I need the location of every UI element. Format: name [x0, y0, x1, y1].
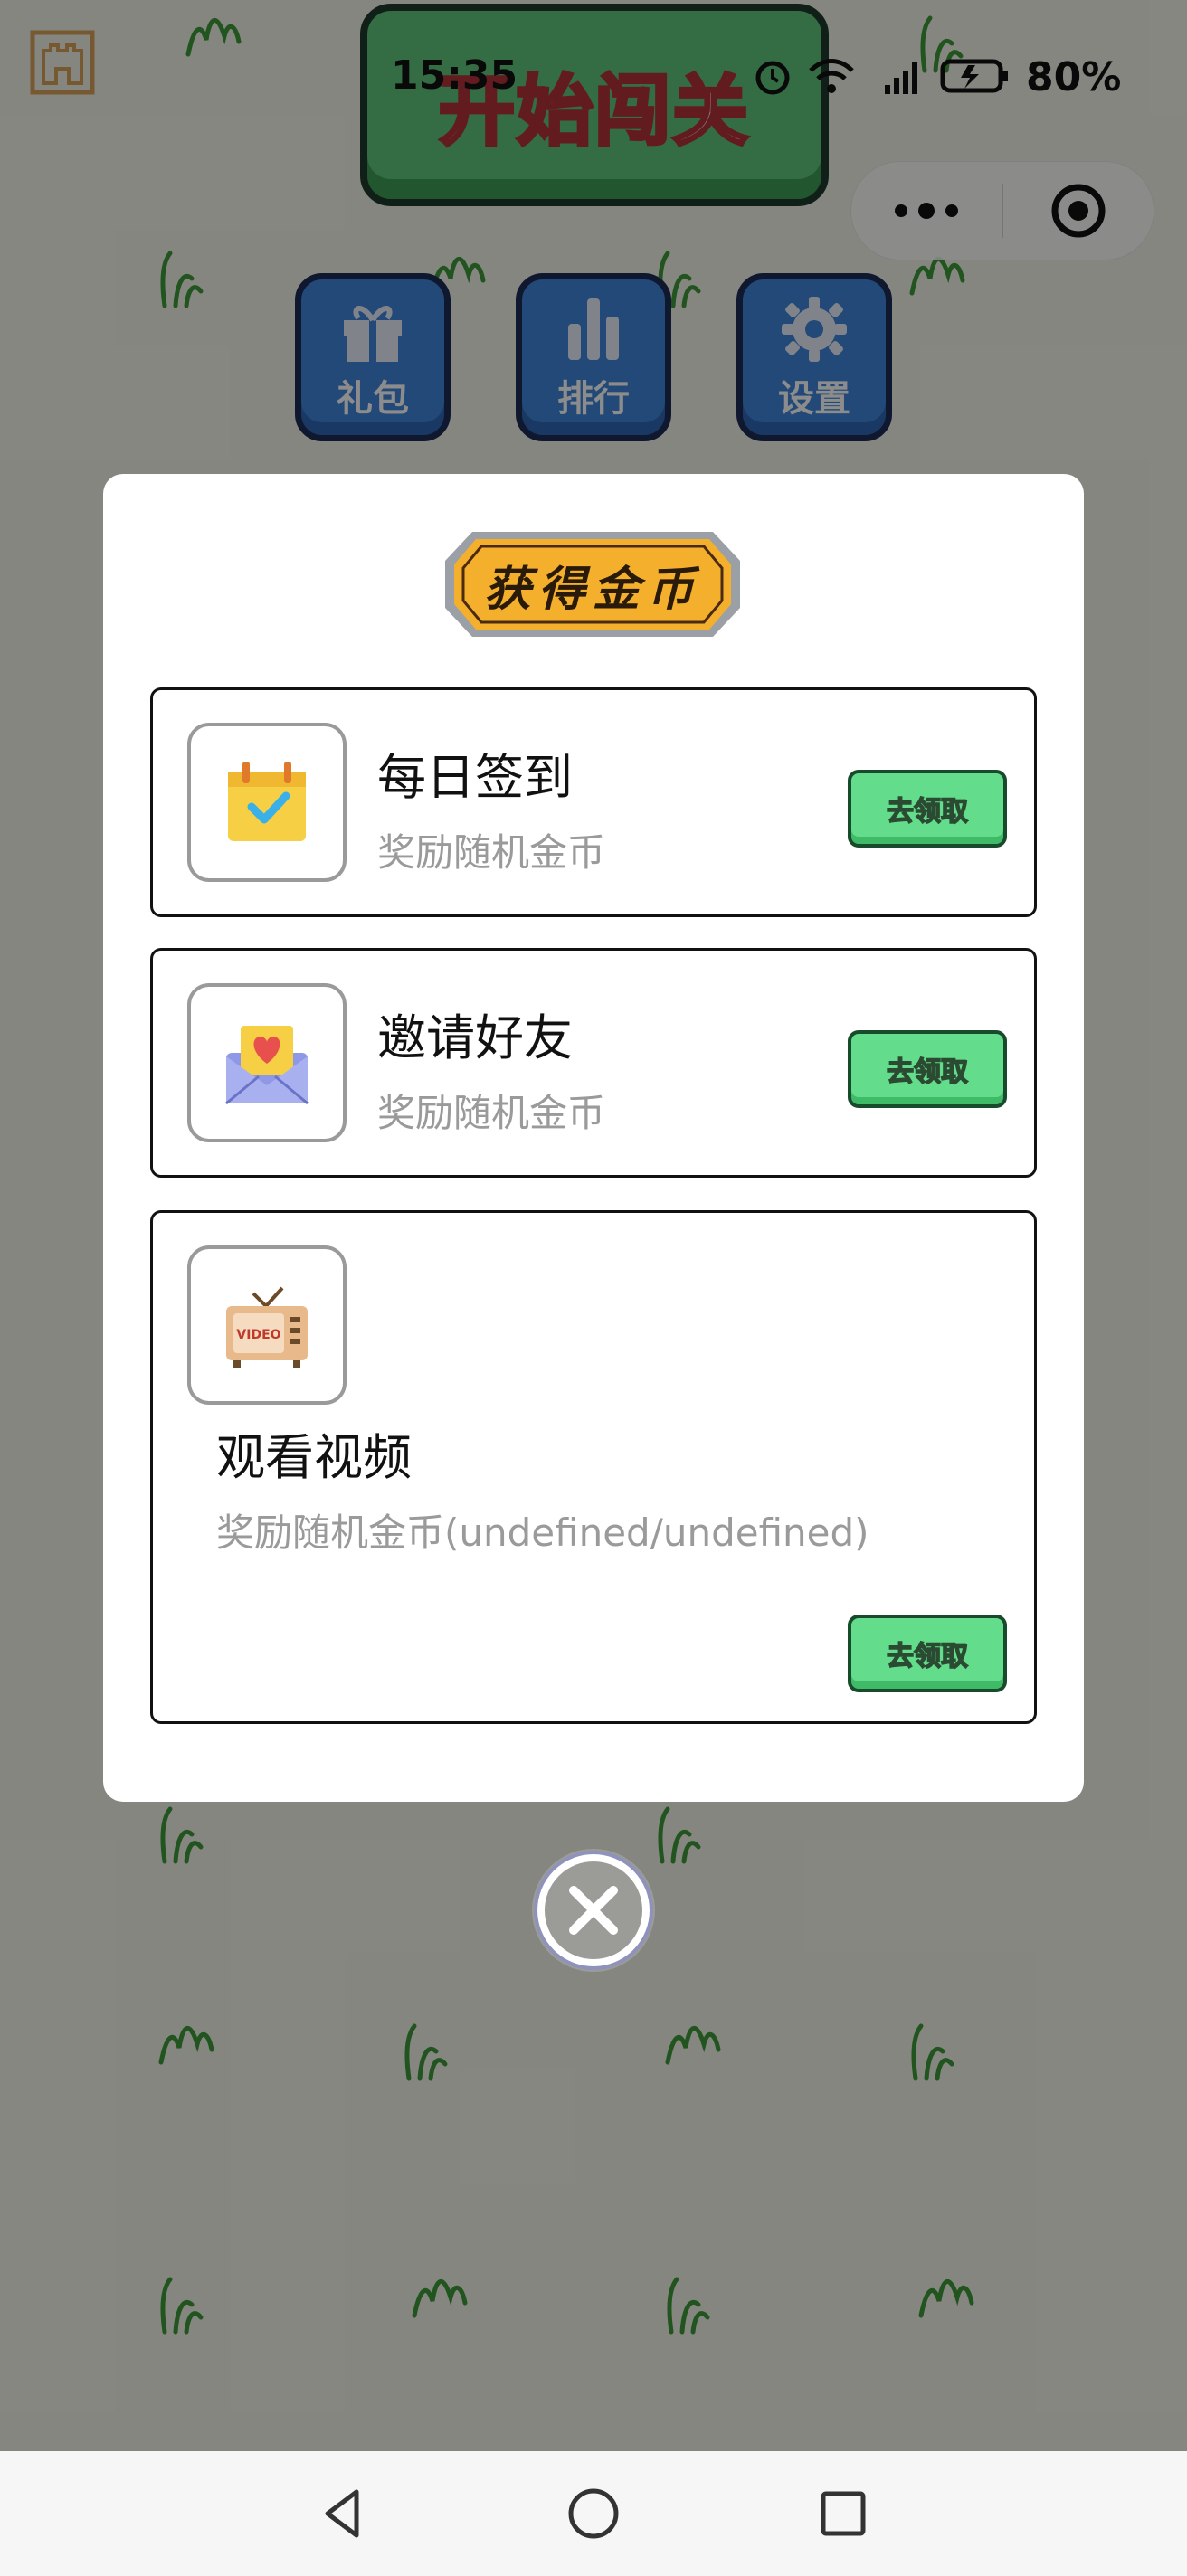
- claim-button-label: 去领取: [886, 1056, 969, 1089]
- task-card-invite-friend: 邀请好友 奖励随机金币 去领取: [150, 948, 1037, 1178]
- svg-text:VIDEO: VIDEO: [236, 1328, 280, 1342]
- nav-home-button[interactable]: [557, 2477, 630, 2550]
- task-card-daily-checkin: 每日签到 奖励随机金币 去领取: [150, 687, 1037, 917]
- get-coins-modal: 获得金币 每日签到 奖励随机金币 去领取 邀请好友 奖励随机金币 去领取 VID…: [103, 474, 1084, 1802]
- modal-title-badge: 获得金币: [436, 523, 749, 646]
- task-subtitle: 奖励随机金币: [377, 830, 606, 875]
- task-title: 观看视频: [216, 1429, 412, 1486]
- home-circle-icon: [568, 2488, 619, 2539]
- task-icon-frame: [187, 723, 347, 882]
- claim-button-watch-video[interactable]: 去领取: [848, 1615, 1007, 1692]
- task-title: 每日签到: [377, 749, 573, 806]
- task-subtitle: 奖励随机金币(undefined/undefined): [216, 1511, 869, 1555]
- claim-button-daily-checkin[interactable]: 去领取: [848, 770, 1007, 848]
- task-title: 邀请好友: [377, 1009, 573, 1066]
- nav-back-button[interactable]: [308, 2477, 380, 2550]
- nav-recents-button[interactable]: [807, 2477, 879, 2550]
- task-subtitle: 奖励随机金币: [377, 1091, 606, 1135]
- video-tv-icon: VIDEO: [226, 1286, 308, 1368]
- task-icon-frame: [187, 983, 347, 1142]
- system-navigation-bar: [0, 2451, 1187, 2576]
- close-modal-button[interactable]: [532, 1849, 655, 1972]
- recents-square-icon: [821, 2491, 866, 2536]
- calendar-check-icon: [228, 762, 306, 841]
- back-triangle-icon: [325, 2489, 359, 2538]
- close-circle-icon: [534, 1851, 653, 1970]
- heart-envelope-icon: [225, 1026, 309, 1105]
- task-card-watch-video: VIDEO 观看视频 奖励随机金币(undefined/undefined) 去…: [150, 1210, 1037, 1724]
- claim-button-invite-friend[interactable]: 去领取: [848, 1030, 1007, 1108]
- modal-title: 获得金币: [483, 561, 701, 617]
- claim-button-label: 去领取: [886, 1640, 969, 1673]
- task-icon-frame: VIDEO: [187, 1245, 347, 1405]
- claim-button-label: 去领取: [886, 795, 969, 829]
